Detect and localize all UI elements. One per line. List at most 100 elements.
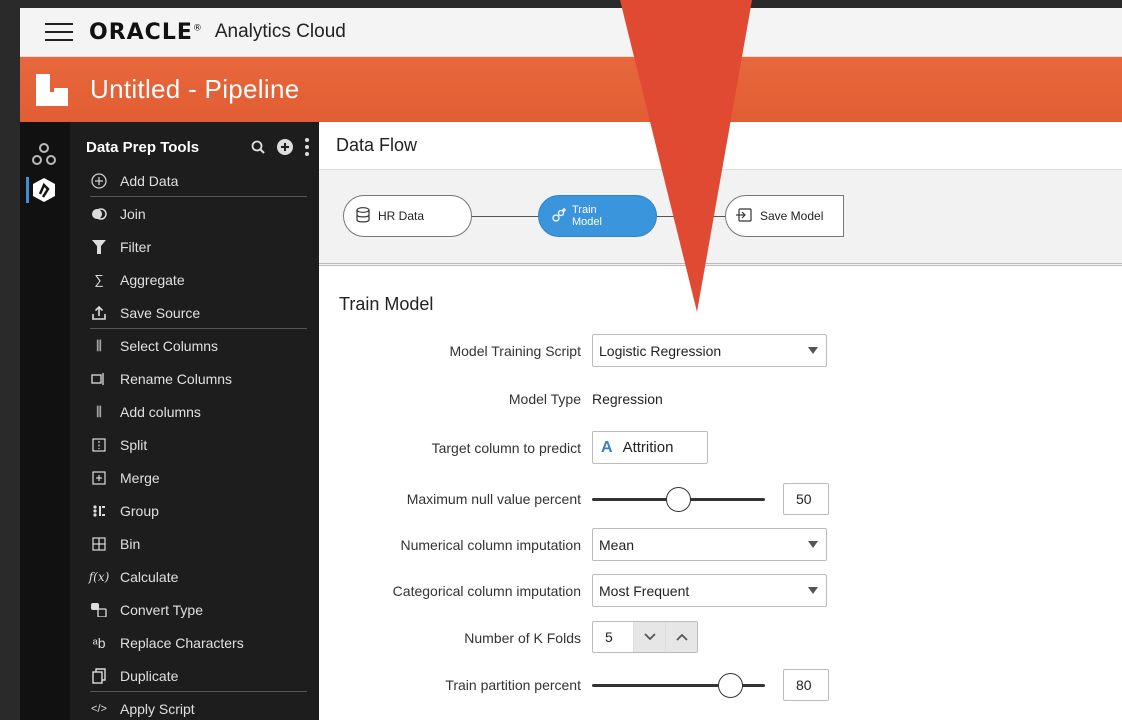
- function-icon: f(x): [88, 569, 110, 584]
- target-column-chip[interactable]: A Attrition: [592, 431, 708, 464]
- page-title[interactable]: Untitled - Pipeline: [90, 74, 299, 105]
- row-numerical-imputation: Numerical column imputation Mean: [319, 528, 1122, 562]
- tool-label: Replace Characters: [120, 634, 244, 651]
- field-label: Numerical column imputation: [400, 537, 581, 553]
- row-train-partition: Train partition percent 80: [319, 668, 1122, 702]
- tool-select-columns[interactable]: ⫼ Select Columns: [70, 329, 319, 362]
- icon-rail: [20, 122, 70, 720]
- product-name: Analytics Cloud: [214, 21, 346, 42]
- tool-label: Rename Columns: [120, 370, 233, 387]
- select-value: Logistic Regression: [599, 342, 722, 359]
- upload-icon: [90, 304, 108, 322]
- data-prep-tools-panel: Data Prep Tools Add Data Join Filter ∑ Ag…: [70, 122, 319, 720]
- data-prep-tools-icon[interactable]: [31, 177, 57, 203]
- slider-thumb[interactable]: [666, 487, 691, 512]
- attribute-icon: A: [601, 438, 613, 456]
- tool-add-data[interactable]: Add Data: [70, 164, 319, 197]
- chevron-down-icon[interactable]: [633, 622, 665, 652]
- model-training-script-select[interactable]: Logistic Regression: [592, 334, 827, 367]
- more-options-icon[interactable]: [305, 138, 309, 156]
- row-k-folds: Number of K Folds 5: [319, 621, 1122, 655]
- tool-label: Join: [120, 205, 146, 222]
- tool-label: Convert Type: [120, 601, 204, 618]
- train-model-icon: [551, 207, 567, 226]
- tool-label: Duplicate: [120, 667, 179, 684]
- categorical-imputation-select[interactable]: Most Frequent: [592, 574, 827, 607]
- convert-type-icon: [90, 601, 108, 619]
- tool-save-source[interactable]: Save Source: [70, 296, 319, 329]
- node-label: HR Data: [378, 209, 425, 223]
- chevron-down-icon: [808, 541, 818, 548]
- field-label: Model Training Script: [449, 343, 581, 359]
- node-label-line1: Train: [572, 204, 597, 216]
- select-columns-icon: ⫼: [96, 337, 102, 353]
- sigma-icon: ∑: [94, 272, 104, 287]
- flow-link: [657, 216, 725, 217]
- flow-canvas[interactable]: HR Data Train Model Save Model: [319, 170, 1122, 266]
- filter-icon: [90, 238, 108, 256]
- database-icon: [356, 206, 370, 226]
- node-hr-data[interactable]: HR Data: [343, 195, 472, 237]
- tool-bin[interactable]: Bin: [70, 527, 319, 560]
- row-target-column: Target column to predict A Attrition: [319, 431, 1122, 465]
- split-icon: [90, 436, 108, 454]
- node-train-model[interactable]: Train Model: [538, 195, 657, 237]
- train-partition-slider[interactable]: [592, 668, 765, 702]
- numerical-imputation-select[interactable]: Mean: [592, 528, 827, 561]
- field-label: Target column to predict: [431, 440, 581, 456]
- brand-name: ORACLE: [89, 19, 193, 45]
- select-value: Mean: [599, 536, 635, 553]
- code-icon: </>: [91, 702, 107, 715]
- hamburger-menu-icon[interactable]: [45, 23, 73, 41]
- k-folds-stepper[interactable]: 5: [592, 621, 698, 653]
- stepper-value[interactable]: 5: [593, 629, 633, 645]
- node-label: Train Model: [572, 204, 602, 228]
- top-bar: ORACLE® Analytics Cloud: [20, 8, 1122, 57]
- node-label: Save Model: [760, 209, 824, 223]
- replace-characters-icon: ᵃb: [92, 634, 106, 651]
- tool-join[interactable]: Join: [70, 197, 319, 230]
- join-icon: [90, 205, 108, 223]
- select-value: Most Frequent: [599, 582, 690, 599]
- tool-label: Group: [120, 502, 159, 519]
- tool-merge[interactable]: Merge: [70, 461, 319, 494]
- bin-icon: [90, 535, 108, 553]
- chevron-down-icon: [808, 347, 818, 354]
- train-model-title: Train Model: [339, 294, 434, 314]
- duplicate-icon: [90, 667, 108, 685]
- flow-link: [472, 216, 538, 217]
- app-logo-icon: [36, 73, 68, 106]
- node-label-line2: Model: [572, 216, 602, 228]
- tool-label: Calculate: [120, 568, 179, 585]
- max-null-slider[interactable]: [592, 482, 765, 516]
- field-label: Train partition percent: [445, 677, 581, 693]
- tool-apply-script[interactable]: </> Apply Script: [70, 692, 319, 720]
- search-icon[interactable]: [251, 140, 265, 154]
- tool-duplicate[interactable]: Duplicate: [70, 659, 319, 692]
- train-partition-input[interactable]: 80: [783, 669, 829, 701]
- app-window: ORACLE® Analytics Cloud Untitled - Pipel…: [20, 8, 1122, 720]
- add-icon[interactable]: [277, 139, 293, 155]
- group-icon: [90, 502, 108, 520]
- tool-rename-columns[interactable]: Rename Columns: [70, 362, 319, 395]
- field-label: Model Type: [508, 391, 581, 407]
- tool-aggregate[interactable]: ∑ Aggregate: [70, 263, 319, 296]
- add-columns-icon: ⫼: [96, 403, 102, 419]
- tool-split[interactable]: Split: [70, 428, 319, 461]
- node-save-model[interactable]: Save Model: [725, 195, 844, 237]
- tool-group[interactable]: Group: [70, 494, 319, 527]
- tool-filter[interactable]: Filter: [70, 230, 319, 263]
- chevron-up-icon[interactable]: [665, 622, 697, 652]
- tool-replace-characters[interactable]: ᵃb Replace Characters: [70, 626, 319, 659]
- tool-convert-type[interactable]: Convert Type: [70, 593, 319, 626]
- tool-label: Bin: [120, 535, 141, 552]
- tool-calculate[interactable]: f(x) Calculate: [70, 560, 319, 593]
- tool-label: Filter: [120, 238, 152, 255]
- tool-add-columns[interactable]: ⫼ Add columns: [70, 395, 319, 428]
- slider-thumb[interactable]: [717, 673, 743, 698]
- chip-value: Attrition: [622, 439, 674, 456]
- chevron-down-icon: [808, 587, 818, 594]
- tool-label: Select Columns: [120, 337, 219, 354]
- max-null-input[interactable]: 50: [783, 483, 829, 515]
- data-nodes-icon[interactable]: [31, 142, 57, 168]
